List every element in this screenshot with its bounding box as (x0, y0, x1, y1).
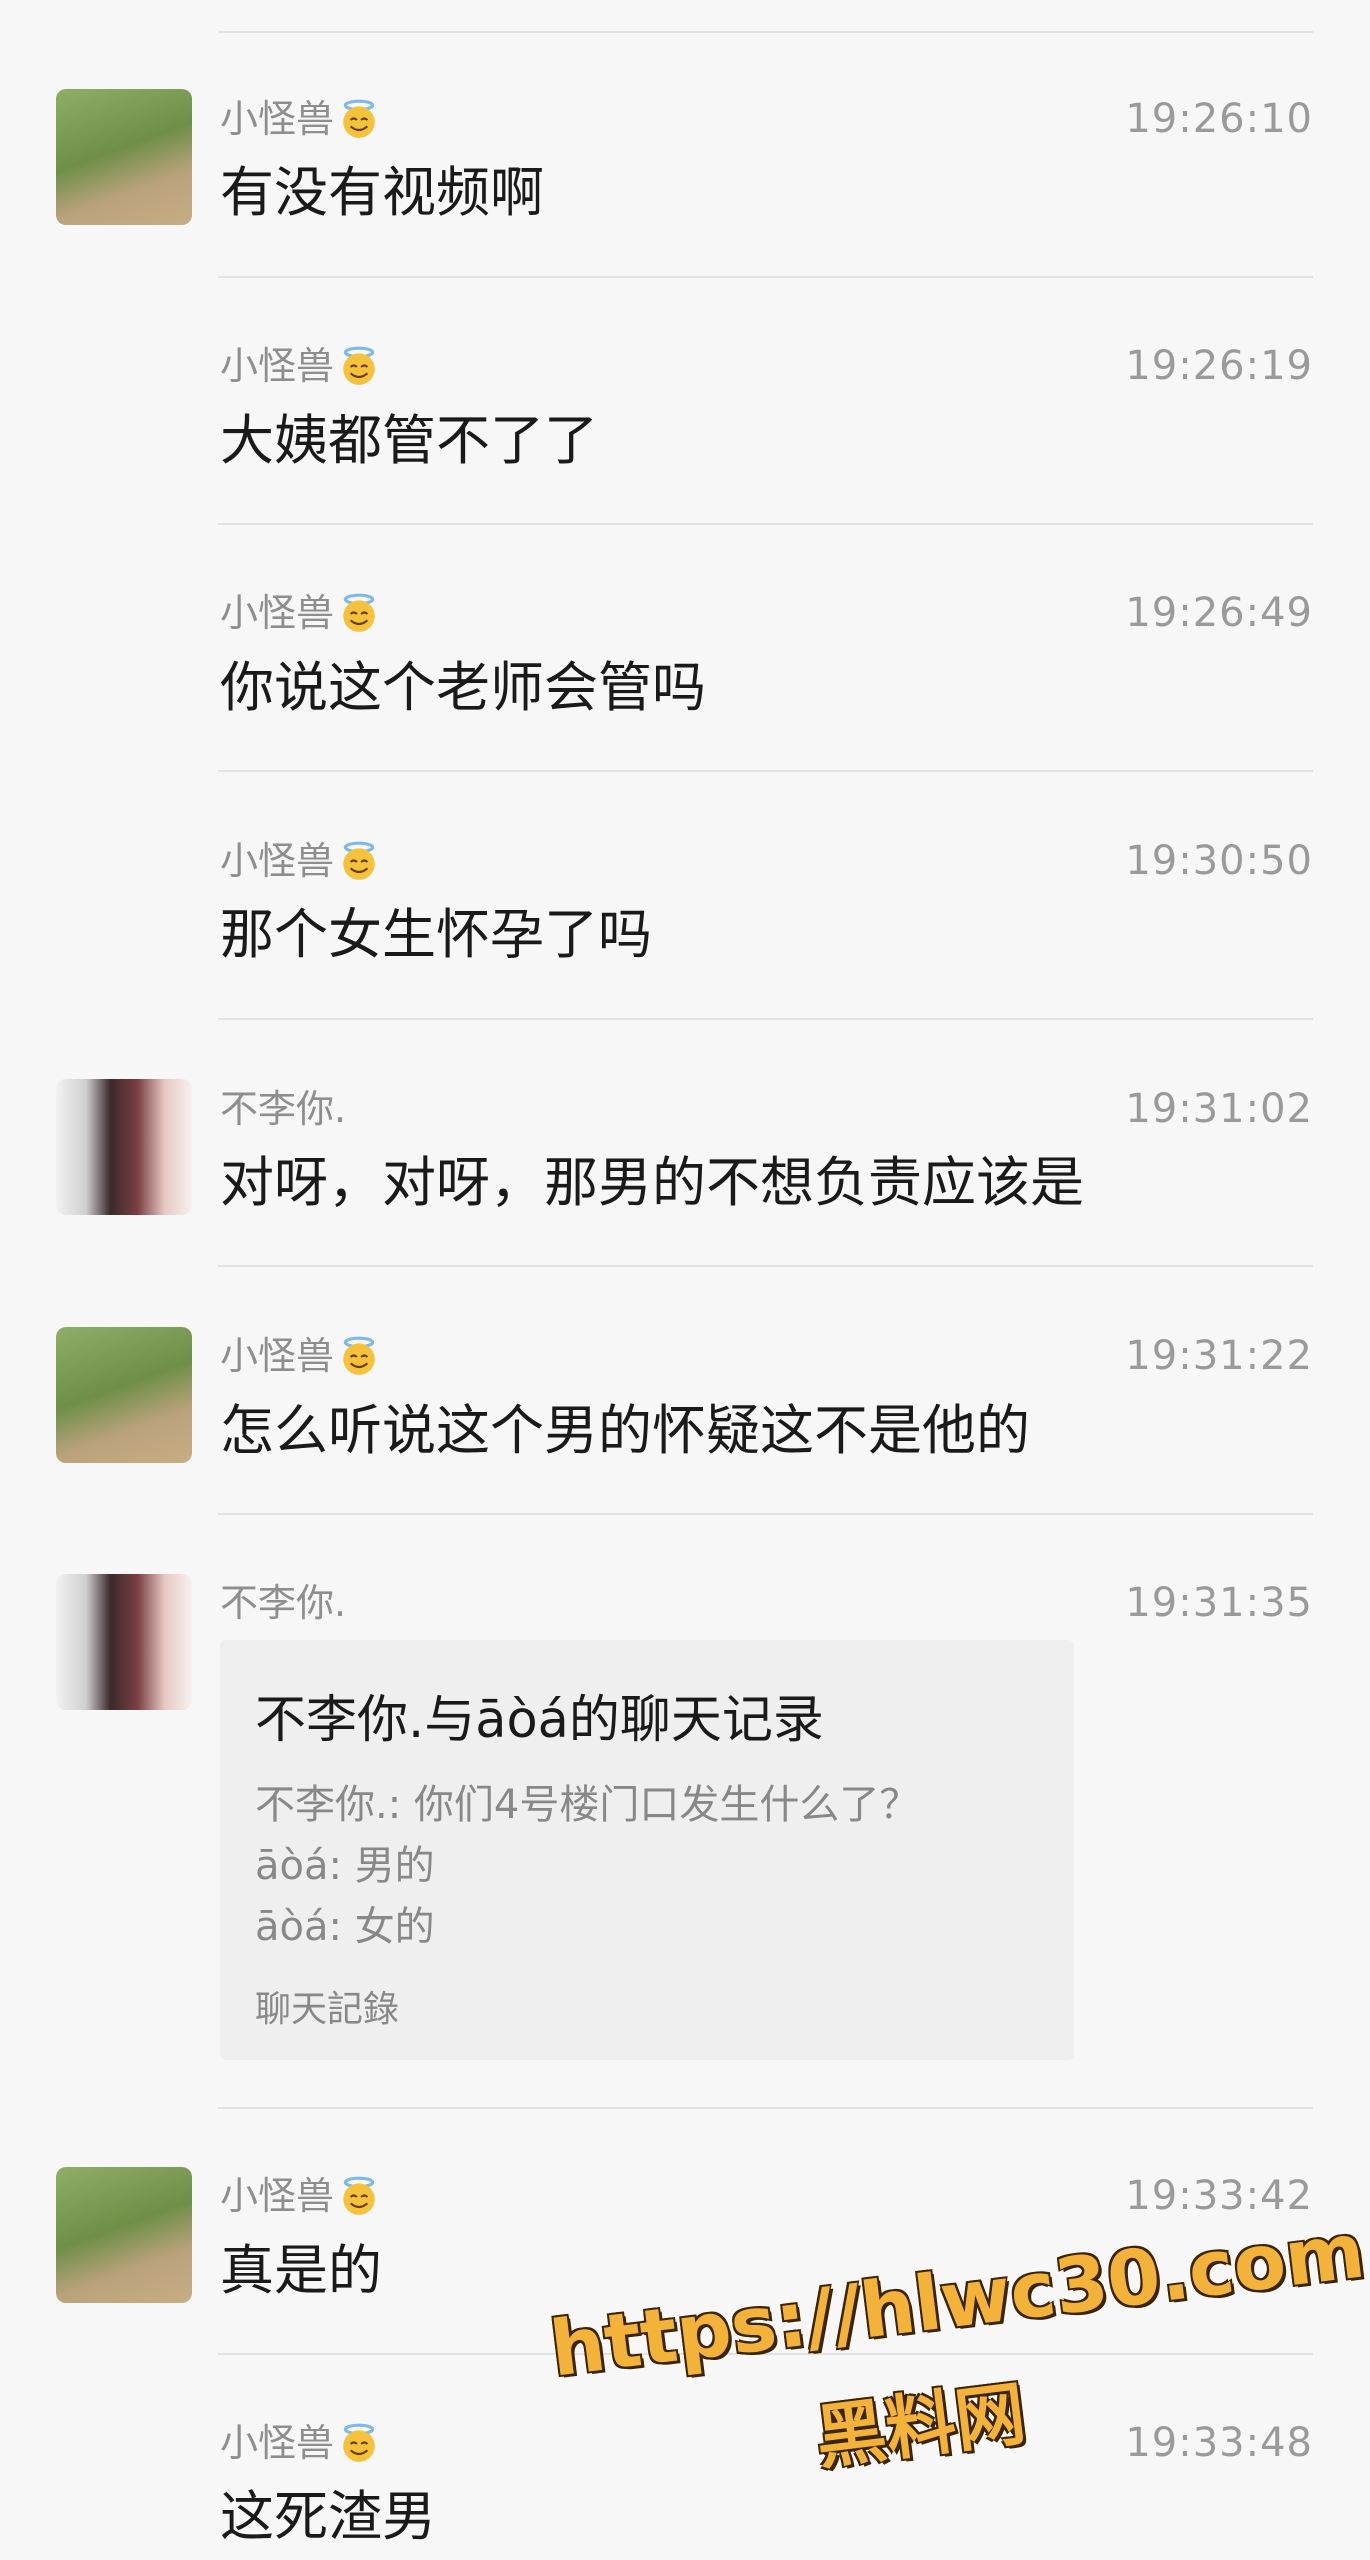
message-text[interactable]: 这死渣男 (220, 2484, 436, 2550)
avatar-bulini[interactable] (56, 1079, 192, 1215)
message-text[interactable]: 大姨都管不了了 (220, 408, 598, 474)
chat-record-line: āòá: 男的 (255, 1843, 435, 1889)
sender-name: 小怪兽 (220, 2173, 380, 2219)
avatar-xiaoguaishou[interactable] (56, 1327, 192, 1463)
message-text[interactable]: 那个女生怀孕了吗 (220, 902, 652, 968)
halo-smile-emoji-icon (343, 2176, 375, 2215)
message-time: 19:30:50 (1125, 838, 1313, 884)
avatar-xiaoguaishou[interactable] (56, 89, 192, 225)
sender-name: 不李你. (220, 1581, 347, 1625)
message-time: 19:33:42 (1125, 2173, 1313, 2219)
message-time: 19:31:35 (1125, 1580, 1313, 1626)
sender-name: 小怪兽 (220, 838, 380, 884)
divider (218, 770, 1313, 772)
halo-smile-emoji-icon (343, 2423, 375, 2462)
message-time: 19:26:49 (1125, 590, 1313, 636)
chat-record-card[interactable]: 不李你.与āòá的聊天记录 不李你.: 你们4号楼门口发生什么了？ āòá: 男… (220, 1640, 1074, 2060)
watermark-site: 黑料网 (811, 2372, 1030, 2480)
sender-name: 小怪兽 (220, 2420, 380, 2466)
avatar-xiaoguaishou[interactable] (56, 2167, 192, 2303)
chat-record-line: āòá: 女的 (255, 1904, 435, 1950)
divider (218, 2107, 1313, 2109)
message-time: 19:26:19 (1125, 343, 1313, 389)
divider (218, 1513, 1313, 1515)
message-text[interactable]: 有没有视频啊 (220, 160, 544, 226)
chat-record-line: 不李你.: 你们4号楼门口发生什么了？ (255, 1782, 920, 1828)
divider (218, 31, 1313, 33)
halo-smile-emoji-icon (343, 593, 375, 632)
chat-record-title: 不李你.与āòá的聊天记录 (255, 1691, 824, 1750)
halo-smile-emoji-icon (343, 1336, 375, 1375)
message-text[interactable]: 对呀，对呀，那男的不想负责应该是 (220, 1150, 1084, 1216)
chat-record-footer: 聊天記錄 (255, 1989, 400, 2030)
divider (218, 276, 1313, 278)
message-time: 19:31:22 (1125, 1333, 1313, 1379)
sender-name: 不李你. (220, 1087, 347, 1131)
halo-smile-emoji-icon (343, 346, 375, 385)
sender-name: 小怪兽 (220, 343, 380, 389)
avatar-bulini[interactable] (56, 1574, 192, 1710)
message-time: 19:26:10 (1125, 96, 1313, 142)
message-time: 19:31:02 (1125, 1086, 1313, 1132)
message-text[interactable]: 怎么听说这个男的怀疑这不是他的 (220, 1398, 1030, 1464)
sender-name: 小怪兽 (220, 1333, 380, 1379)
halo-smile-emoji-icon (343, 841, 375, 880)
message-text[interactable]: 真是的 (220, 2238, 382, 2304)
divider (218, 523, 1313, 525)
halo-smile-emoji-icon (343, 99, 375, 138)
sender-name: 小怪兽 (220, 96, 380, 142)
divider (218, 1265, 1313, 1267)
message-text[interactable]: 你说这个老师会管吗 (220, 655, 706, 721)
sender-name: 小怪兽 (220, 590, 380, 636)
message-time: 19:33:48 (1125, 2420, 1313, 2466)
divider (218, 1018, 1313, 1020)
